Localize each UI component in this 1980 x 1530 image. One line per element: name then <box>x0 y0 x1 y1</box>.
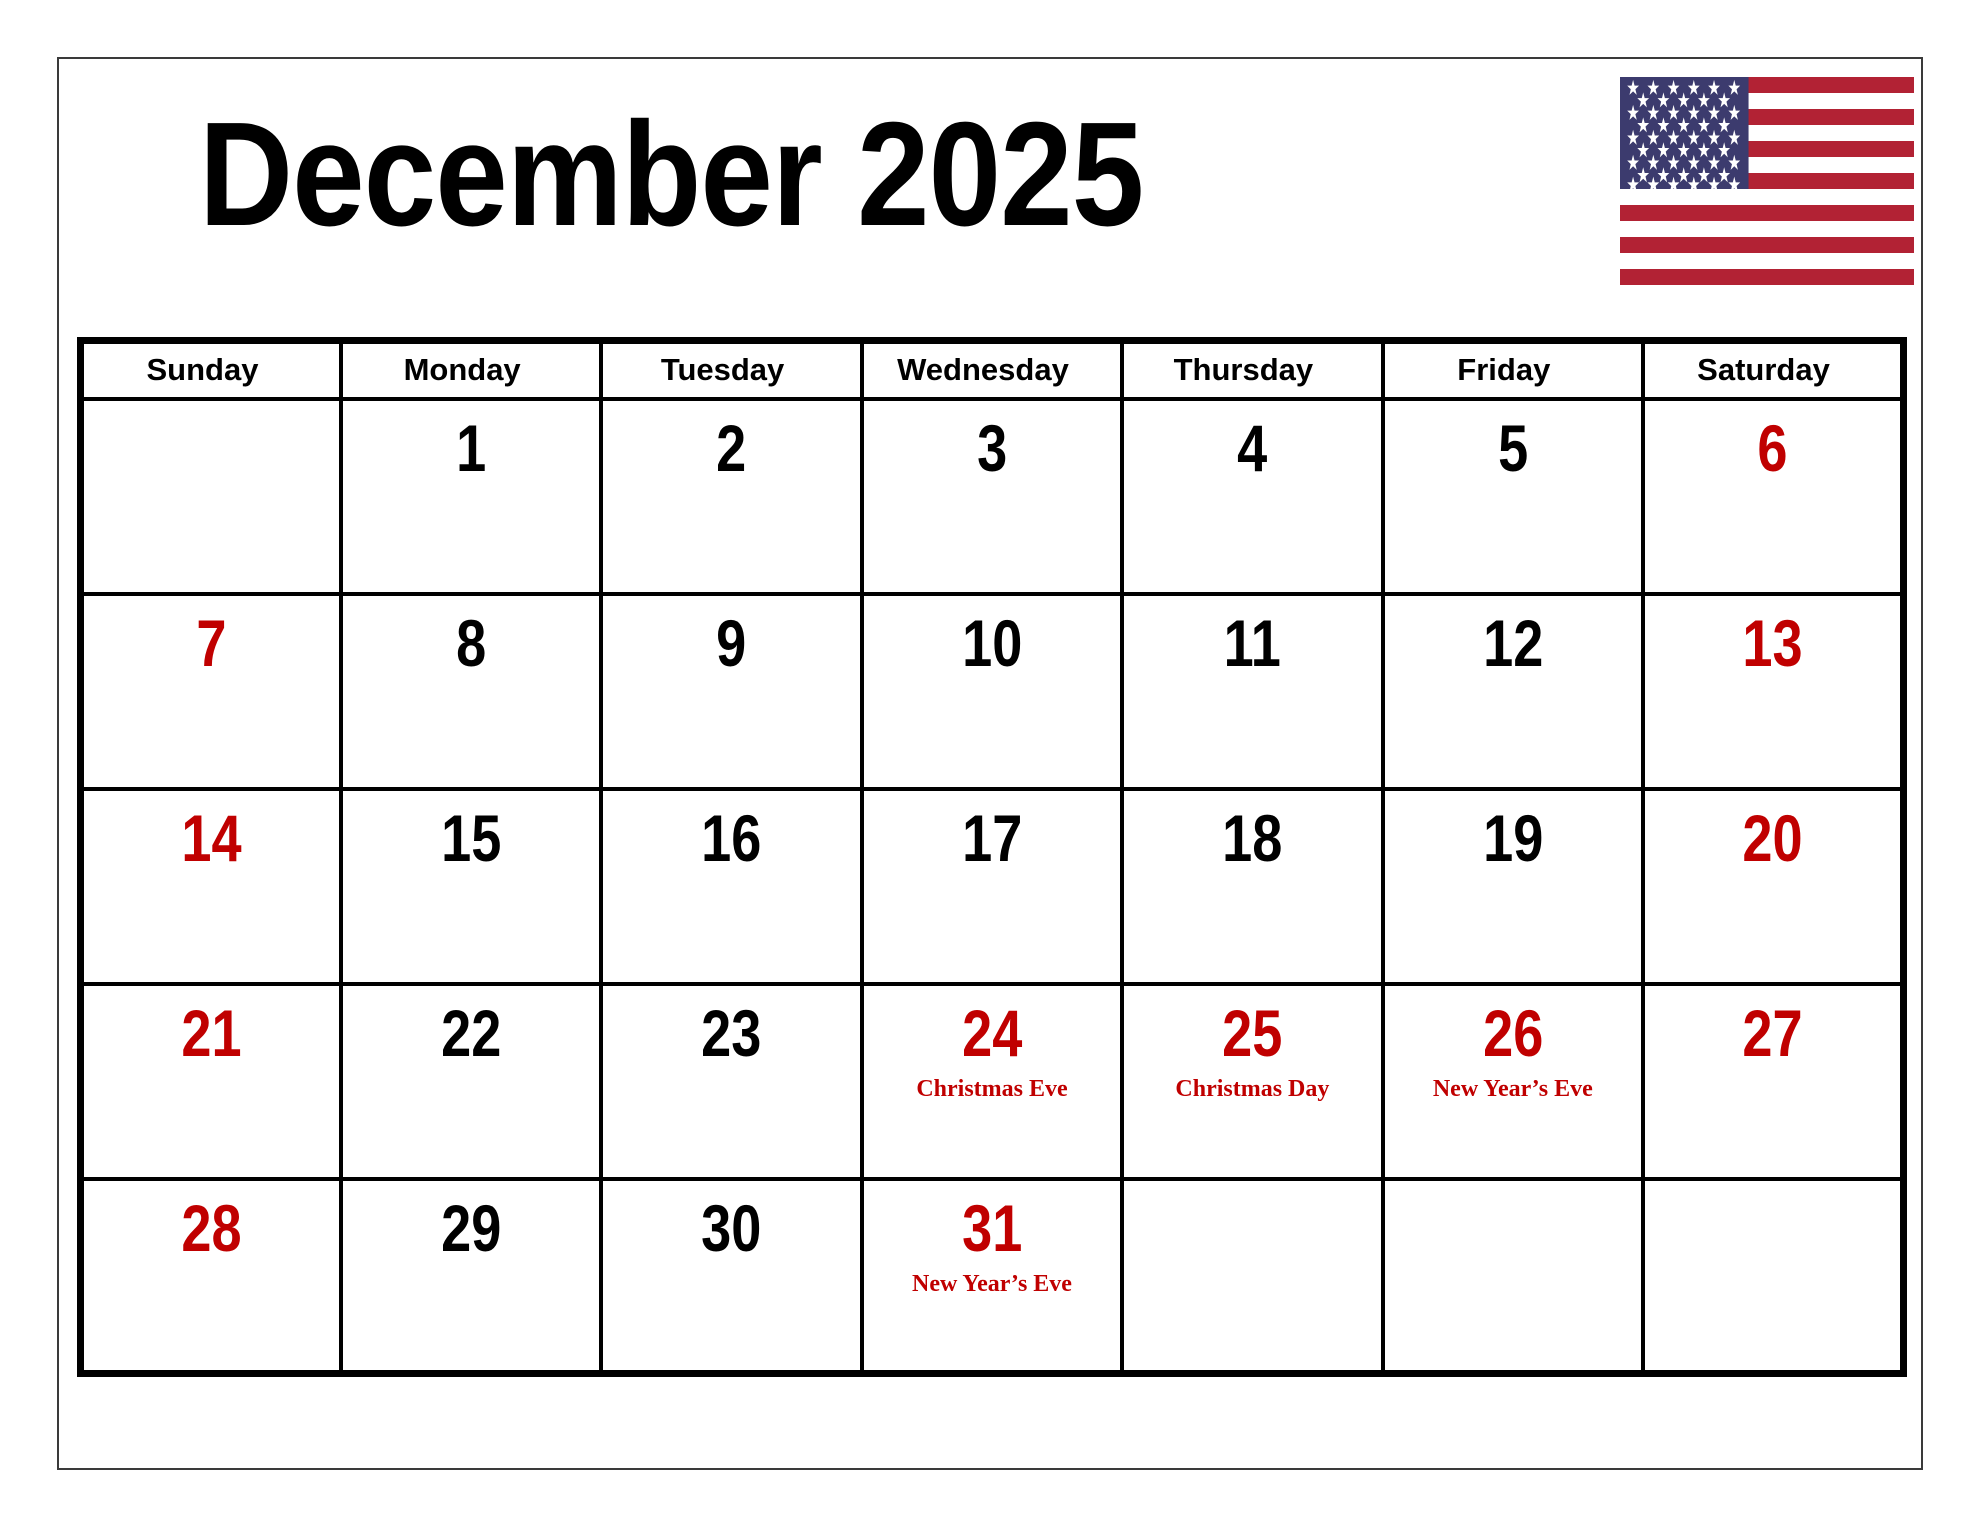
calendar-day-cell[interactable]: 21 <box>78 981 343 1181</box>
day-number: 17 <box>961 800 1023 875</box>
calendar-day-cell[interactable]: 5 <box>1380 396 1646 596</box>
calendar-week-row: 1 2 3 4 5 6 <box>78 396 1906 596</box>
calendar-week-row: 14 15 16 17 18 19 20 <box>78 786 1906 986</box>
day-number: 3 <box>976 410 1008 485</box>
day-number: 4 <box>1237 410 1268 485</box>
calendar-day-cell[interactable]: 6 <box>1641 396 1906 596</box>
calendar-cell-empty <box>1641 1176 1906 1376</box>
day-number: 8 <box>456 605 487 680</box>
calendar-day-cell[interactable]: 18 <box>1120 786 1385 986</box>
calendar-grid: Sunday Monday Tuesday Wednesday Thursday… <box>77 337 1907 1377</box>
day-number: 9 <box>716 605 747 680</box>
weekday-header-thursday: Thursday <box>1120 338 1385 401</box>
day-number: 21 <box>181 995 242 1070</box>
day-number: 12 <box>1482 605 1543 680</box>
day-number: 22 <box>441 995 502 1070</box>
calendar-cell-empty <box>1380 1176 1646 1376</box>
calendar-header: December 2025 <box>59 59 1921 327</box>
day-number: 30 <box>701 1190 762 1265</box>
calendar-day-cell[interactable]: 22 <box>338 981 604 1181</box>
calendar-day-cell[interactable]: 1 <box>338 396 604 596</box>
day-number: 24 <box>961 995 1023 1070</box>
day-number: 15 <box>441 800 502 875</box>
day-number: 16 <box>701 800 762 875</box>
calendar-day-cell[interactable]: 8 <box>338 591 604 791</box>
calendar-body: 1 2 3 4 5 6 7 8 9 10 11 12 13 14 15 16 17 18 19 20 21 22 23 24 C… <box>78 396 1906 1376</box>
calendar-day-cell[interactable]: 3 <box>859 396 1125 596</box>
day-number: 13 <box>1742 605 1803 680</box>
day-number: 11 <box>1223 605 1282 680</box>
page-title: December 2025 <box>199 92 1144 257</box>
calendar-day-cell[interactable]: 4 <box>1120 396 1385 596</box>
calendar-day-cell[interactable]: 25 Christmas Day <box>1120 981 1385 1181</box>
day-number: 19 <box>1482 800 1543 875</box>
calendar-day-cell[interactable]: 27 <box>1641 981 1906 1181</box>
day-number: 18 <box>1222 800 1283 875</box>
calendar-week-row: 28 29 30 31 New Year’s Eve <box>78 1176 1906 1376</box>
calendar-day-cell[interactable]: 24 Christmas Eve <box>859 981 1125 1181</box>
calendar-week-row: 7 8 9 10 11 12 13 <box>78 591 1906 791</box>
holiday-label: Christmas Eve <box>916 1075 1068 1102</box>
calendar-day-cell[interactable]: 20 <box>1641 786 1906 986</box>
weekday-header-row: Sunday Monday Tuesday Wednesday Thursday… <box>78 338 1906 401</box>
day-number: 27 <box>1742 995 1803 1070</box>
weekday-header-saturday: Saturday <box>1641 338 1906 401</box>
calendar-day-cell[interactable]: 17 <box>859 786 1125 986</box>
day-number: 26 <box>1482 995 1543 1070</box>
weekday-header-wednesday: Wednesday <box>859 338 1125 401</box>
united-states-flag-icon <box>1620 77 1914 285</box>
calendar-week-row: 21 22 23 24 Christmas Eve 25 Christmas Day 26 Ne… <box>78 981 1906 1181</box>
day-number: 28 <box>181 1190 242 1265</box>
calendar-day-cell[interactable]: 12 <box>1380 591 1646 791</box>
calendar-day-cell[interactable]: 13 <box>1641 591 1906 791</box>
weekday-header-friday: Friday <box>1380 338 1646 401</box>
calendar-day-cell[interactable]: 28 <box>78 1176 343 1376</box>
day-number: 23 <box>701 995 762 1070</box>
calendar-day-cell[interactable]: 14 <box>78 786 343 986</box>
day-number: 31 <box>961 1190 1023 1265</box>
calendar-day-cell[interactable]: 16 <box>599 786 864 986</box>
calendar-day-cell[interactable]: 19 <box>1380 786 1646 986</box>
calendar-day-cell[interactable]: 26 New Year’s Eve <box>1380 981 1646 1181</box>
weekday-header-monday: Monday <box>338 338 604 401</box>
calendar-day-cell[interactable]: 31 New Year’s Eve <box>859 1176 1125 1376</box>
calendar-day-cell[interactable]: 2 <box>599 396 864 596</box>
day-number: 29 <box>441 1190 502 1265</box>
day-number: 20 <box>1742 800 1803 875</box>
weekday-header-tuesday: Tuesday <box>599 338 864 401</box>
calendar-day-cell[interactable]: 10 <box>859 591 1125 791</box>
calendar-day-cell[interactable]: 23 <box>599 981 864 1181</box>
calendar-day-cell[interactable]: 7 <box>78 591 343 791</box>
day-number: 14 <box>181 800 242 875</box>
calendar-cell-empty <box>78 396 343 596</box>
calendar-page: December 2025 Sunday Monday Tuesday Wedn… <box>57 57 1923 1470</box>
day-number: 7 <box>196 605 227 680</box>
day-number: 5 <box>1497 410 1528 485</box>
holiday-label: New Year’s Eve <box>1432 1075 1593 1102</box>
calendar-cell-empty <box>1120 1176 1385 1376</box>
day-number: 10 <box>961 605 1023 680</box>
calendar-day-cell[interactable]: 30 <box>599 1176 864 1376</box>
calendar-day-cell[interactable]: 11 <box>1120 591 1385 791</box>
calendar-day-cell[interactable]: 29 <box>338 1176 604 1376</box>
weekday-header-sunday: Sunday <box>78 338 343 401</box>
day-number: 1 <box>456 410 487 485</box>
holiday-label: New Year’s Eve <box>912 1270 1072 1297</box>
day-number: 25 <box>1222 995 1283 1070</box>
day-number: 6 <box>1757 410 1788 485</box>
calendar-day-cell[interactable]: 15 <box>338 786 604 986</box>
holiday-label: Christmas Day <box>1175 1075 1330 1102</box>
calendar-day-cell[interactable]: 9 <box>599 591 864 791</box>
day-number: 2 <box>716 410 747 485</box>
